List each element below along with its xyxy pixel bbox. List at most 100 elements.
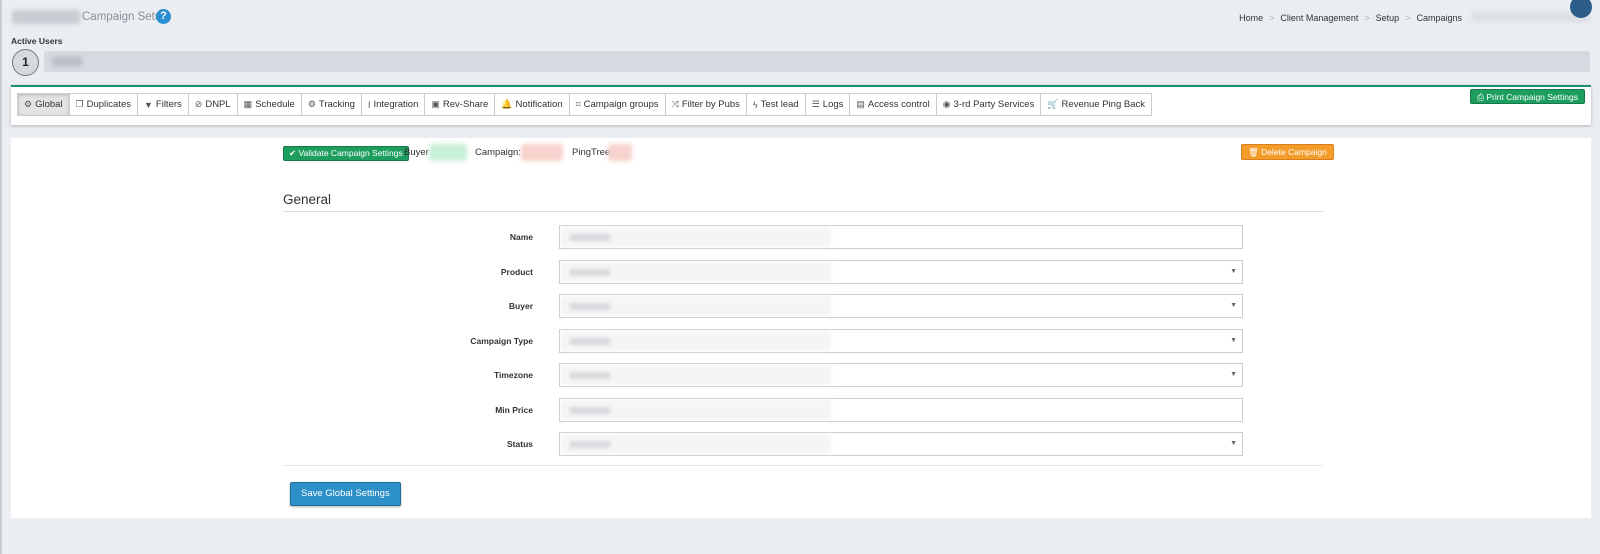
tab-filter-by-pubs[interactable]: ⤨ Filter by Pubs	[664, 93, 747, 116]
tab-label: Access control	[867, 99, 930, 110]
breadcrumb-separator: >	[1405, 13, 1411, 23]
field-select[interactable]: ▼	[559, 294, 1243, 318]
field-label: Buyer	[508, 301, 533, 311]
tab-label: Duplicates	[86, 99, 131, 110]
tab-tracking[interactable]: ⚙ Tracking	[300, 93, 362, 116]
tab-filters[interactable]: ▼ Filters	[136, 93, 189, 116]
field-label: Name	[509, 232, 533, 242]
breadcrumb-setup[interactable]: Setup	[1376, 13, 1400, 23]
field-select[interactable]: ▼	[559, 259, 1243, 284]
section-divider	[283, 211, 1323, 212]
field-value-redacted	[561, 296, 831, 316]
tab-notification[interactable]: 🔔 Notification	[494, 93, 570, 116]
form-row-timezone: Timezone ▼	[283, 363, 1323, 387]
print-icon: ⎙	[1477, 92, 1487, 102]
field-select[interactable]: ▼	[559, 432, 1243, 456]
file-icon: ▤	[856, 99, 865, 109]
field-input[interactable]	[559, 225, 1243, 249]
trash-icon: 🗑	[1248, 147, 1262, 157]
ban-icon: ⊘	[194, 99, 203, 109]
tab-revenue-ping-back[interactable]: 🛒 Revenue Ping Back	[1040, 93, 1152, 116]
field-label: Status	[507, 439, 533, 449]
field-value-redacted	[561, 261, 831, 282]
i-cursor-icon: I	[367, 99, 371, 110]
field-value-redacted	[561, 399, 831, 420]
delete-campaign-button[interactable]: 🗑 Delete Campaign	[1241, 144, 1334, 160]
validate-label: Validate Campaign Settings	[298, 148, 403, 158]
chevron-down-icon: ▼	[1230, 440, 1237, 447]
field-label: Product	[500, 266, 533, 277]
window-edge	[0, 0, 2, 554]
tab-rev-share[interactable]: ▣ Rev-Share	[424, 93, 496, 116]
page-title: Campaign Setup	[82, 11, 168, 23]
tab-schedule[interactable]: ▦ Schedule	[236, 93, 302, 116]
field-select[interactable]: ▼	[559, 363, 1243, 387]
section-title: General	[283, 192, 332, 207]
breadcrumb-client-management[interactable]: Client Management	[1280, 13, 1358, 23]
page-header: Campaign Setup ? Home > Client Managemen…	[10, 0, 1592, 28]
object-group-icon: ⌗	[575, 99, 581, 109]
cart-icon: 🛒	[1047, 99, 1059, 109]
tab-campaign-groups[interactable]: ⌗ Campaign groups	[568, 93, 666, 116]
campaign-status-badge	[521, 144, 563, 161]
form-row-min-price: Min Price	[283, 397, 1323, 422]
random-icon: ⤨	[671, 99, 679, 109]
tab-label: Rev-Share	[442, 99, 489, 110]
global-settings-panel: ✔ Validate Campaign Settings Buyer Campa…	[11, 138, 1591, 518]
cogs-icon: ⚙	[24, 99, 33, 109]
print-campaign-settings-button[interactable]: ⎙ Print Campaign Settings	[1470, 89, 1585, 104]
field-value-redacted	[561, 365, 831, 385]
tab-label: Filters	[155, 99, 182, 110]
breadcrumb-home[interactable]: Home	[1239, 13, 1263, 23]
chevron-down-icon: ▼	[1230, 302, 1237, 309]
tab-dnpl[interactable]: ⊘ DNPL	[187, 93, 238, 116]
breadcrumb-separator: >	[1269, 13, 1275, 23]
chevron-down-icon: ▼	[1230, 371, 1237, 378]
chevron-down-icon: ▼	[1230, 336, 1237, 344]
chevron-down-icon: ▼	[1230, 267, 1237, 275]
tab-label: Integration	[373, 99, 419, 110]
help-icon[interactable]: ?	[156, 9, 171, 24]
tab-integration[interactable]: I Integration	[360, 93, 426, 116]
tab-access-control[interactable]: ▤ Access control	[849, 93, 937, 116]
field-input[interactable]	[559, 397, 1243, 422]
tab-label: Tracking	[318, 99, 355, 110]
form-row-buyer: Buyer ▼	[283, 294, 1323, 318]
pingtree-status-label: PingTree:	[572, 147, 613, 158]
tab-test-lead[interactable]: ϟ Test lead	[745, 93, 806, 116]
money-icon: ▣	[431, 99, 440, 109]
tab-label: Notification	[515, 99, 563, 110]
tab-label: Schedule	[255, 99, 295, 110]
tab-label: 3-rd Party Services	[953, 99, 1035, 110]
save-global-settings-button[interactable]: Save Global Settings	[290, 482, 401, 506]
copy-icon: ❐	[75, 99, 84, 109]
tab-logs[interactable]: ☰ Logs	[804, 93, 851, 116]
tab-duplicates[interactable]: ❐ Duplicates	[68, 93, 138, 116]
tab-list: ⚙ Global ❐ Duplicates ▼ Filters ⊘ DNPL ▦ Schedule…	[17, 93, 1152, 116]
form-row-name: Name	[283, 225, 1323, 249]
buyer-status-label: Buyer	[404, 147, 429, 158]
form-divider	[283, 465, 1323, 466]
tab-global[interactable]: ⚙ Global	[17, 93, 70, 116]
eye-icon: ◉	[942, 99, 951, 109]
validate-campaign-settings-button[interactable]: ✔ Validate Campaign Settings	[283, 146, 409, 161]
tab-3-rd-party-services[interactable]: ◉ 3-rd Party Services	[935, 93, 1042, 116]
tab-label: Revenue Ping Back	[1061, 99, 1145, 110]
breadcrumb: Home > Client Management > Setup > Campa…	[1239, 13, 1462, 23]
active-users-label: Active Users	[11, 36, 63, 46]
cogs-icon: ⚙	[307, 99, 316, 109]
bell-icon: 🔔	[501, 99, 513, 109]
field-value-redacted	[561, 434, 831, 454]
pingtree-status-badge	[608, 144, 632, 161]
breadcrumb-campaigns[interactable]: Campaigns	[1416, 13, 1462, 23]
list-icon: ☰	[811, 99, 820, 109]
field-value-redacted	[561, 330, 831, 351]
field-label: Campaign Type	[470, 335, 533, 346]
calendar-icon: ▦	[243, 99, 253, 109]
form-row-status: Status ▼	[283, 432, 1323, 456]
field-value-redacted	[561, 227, 831, 247]
active-user-name-redacted	[52, 57, 82, 66]
field-select[interactable]: ▼	[559, 328, 1243, 353]
tab-label: Logs	[822, 99, 844, 110]
delete-label: Delete Campaign	[1261, 147, 1327, 157]
